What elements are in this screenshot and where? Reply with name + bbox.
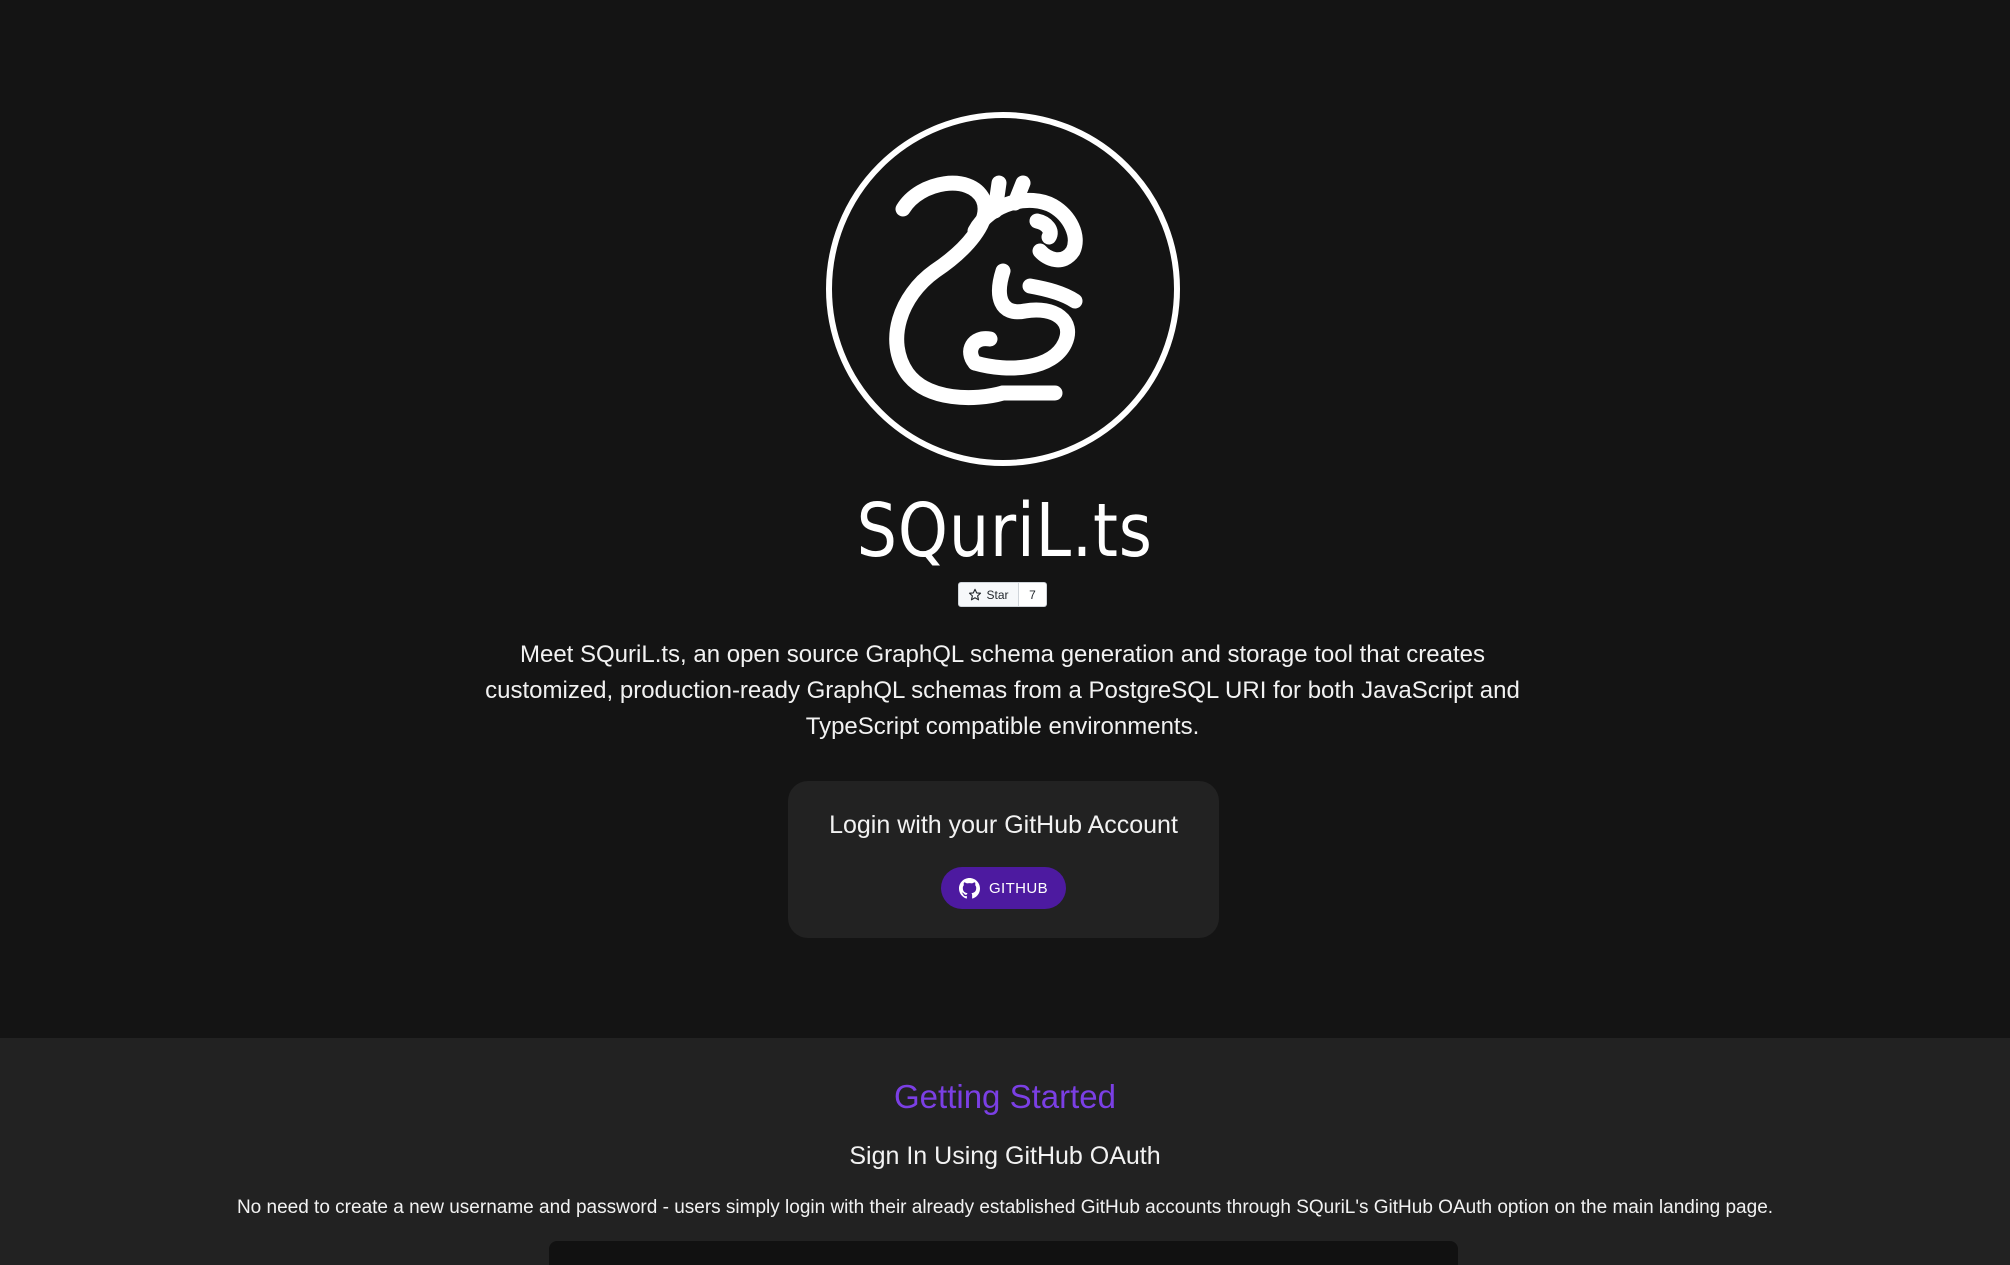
star-count[interactable]: 7 [1019,582,1047,607]
demo-media-frame [549,1241,1458,1265]
app-title: SQuriL.ts [856,488,1153,574]
hero-section: SQuriL.ts Star 7 Meet SQuriL.ts, an open… [0,0,2010,1038]
github-star-widget[interactable]: Star 7 [958,582,1047,609]
squirrel-logo-icon [825,111,1181,467]
star-button[interactable]: Star [958,582,1019,607]
app-description: Meet SQuriL.ts, an open source GraphQL s… [485,641,1520,740]
getting-started-heading: Getting Started [894,1078,1116,1115]
login-card: Login with your GitHub Account GITHUB [788,781,1219,938]
github-login-button[interactable]: GITHUB [941,867,1066,909]
landing-page: SQuriL.ts Star 7 Meet SQuriL.ts, an open… [0,0,2010,1265]
star-icon [969,588,982,600]
star-label: Star [986,587,1009,602]
login-title: Login with your GitHub Account [829,811,1178,839]
oauth-subheading: Sign In Using GitHub OAuth [849,1142,1161,1170]
github-icon [958,877,980,898]
getting-started-section: Getting Started Sign In Using GitHub OAu… [0,1038,2010,1265]
github-button-label: GITHUB [988,879,1049,897]
oauth-description: No need to create a new username and pas… [236,1197,1774,1218]
